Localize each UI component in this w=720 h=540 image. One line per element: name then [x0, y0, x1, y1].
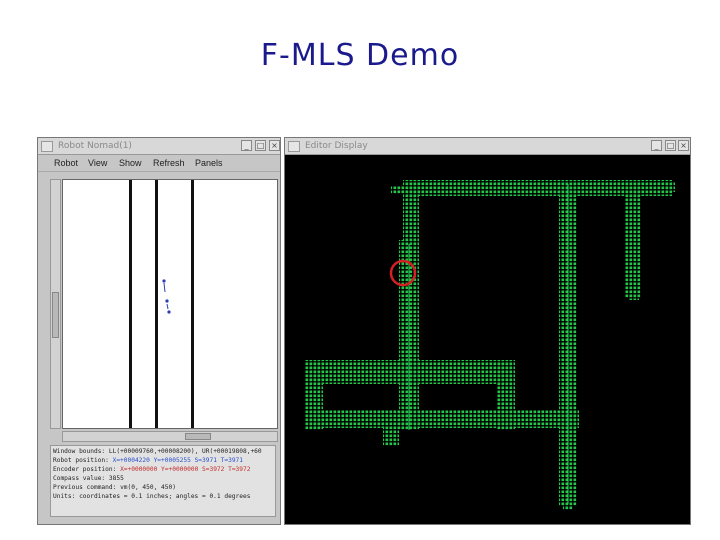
slide-title: F-MLS Demo — [260, 38, 460, 73]
window-menu-icon[interactable] — [288, 141, 300, 152]
status-value: coordinates = 0.1 inches; angles = 0.1 d… — [79, 493, 251, 500]
status-label: Robot position: — [53, 457, 113, 464]
editor-window-title: Editor Display — [305, 141, 368, 151]
menu-panels[interactable]: Panels — [195, 155, 223, 171]
menu-show[interactable]: Show — [119, 155, 142, 171]
maximize-icon[interactable]: □ — [255, 140, 266, 151]
robot-menubar: Robot View Show Refresh Panels — [38, 155, 280, 172]
robot-window-titlebar[interactable]: Robot Nomad(1) _ □ × — [38, 138, 280, 155]
status-label: Previous command: — [53, 484, 121, 491]
status-line: Previous command: vm(0, 450, 450) — [53, 483, 273, 492]
robot-window: Robot Nomad(1) _ □ × Robot View Show Ref… — [37, 137, 281, 525]
minimize-icon[interactable]: _ — [241, 140, 252, 151]
status-line: Encoder position: X=+0000000 Y=+0000000 … — [53, 465, 273, 474]
corridor-far-right — [625, 180, 641, 298]
minimize-icon[interactable]: _ — [651, 140, 662, 151]
stub-left — [383, 426, 399, 446]
robot-path — [162, 279, 171, 314]
robot-status-panel: Window bounds: LL(+00009760,+00008200), … — [50, 445, 276, 517]
horizontal-scrollbar[interactable] — [62, 431, 278, 442]
robot-view-canvas[interactable] — [62, 179, 278, 429]
status-line: Robot position: X=+0004220 Y=+0005255 S=… — [53, 456, 273, 465]
status-label: Encoder position: — [53, 466, 121, 473]
maximize-icon[interactable]: □ — [665, 140, 676, 151]
map-canvas[interactable] — [285, 154, 690, 524]
menu-view[interactable]: View — [88, 155, 107, 171]
vertical-scroll-thumb[interactable] — [52, 292, 59, 338]
vertical-scrollbar[interactable] — [50, 179, 61, 429]
status-value: X=+0000000 Y=+0000000 S=3972 T=3972 — [120, 466, 251, 473]
editor-display-window: Editor Display _ □ × — [284, 137, 691, 525]
close-icon[interactable]: × — [269, 140, 280, 151]
status-label: Units: — [53, 493, 80, 500]
robot-window-title: Robot Nomad(1) — [58, 141, 132, 151]
status-value: LL(+00009760,+00008200), UR(+00019808,+6… — [108, 448, 262, 455]
loop-bottom — [309, 410, 579, 428]
editor-window-titlebar[interactable]: Editor Display _ □ × — [285, 138, 690, 155]
menu-refresh[interactable]: Refresh — [153, 155, 185, 171]
status-label: Window bounds: — [53, 448, 109, 455]
status-value: 3855 — [108, 475, 124, 482]
loop-top — [309, 360, 511, 384]
status-label: Compass value: — [53, 475, 109, 482]
status-line: Compass value: 3855 — [53, 474, 273, 483]
status-value: vm(0, 450, 450) — [120, 484, 176, 491]
status-line: Units: coordinates = 0.1 inches; angles … — [53, 492, 273, 501]
close-icon[interactable]: × — [678, 140, 689, 151]
status-line: Window bounds: LL(+00009760,+00008200), … — [53, 447, 273, 456]
menu-robot[interactable]: Robot — [54, 155, 78, 171]
window-menu-icon[interactable] — [41, 141, 53, 152]
map-corridors — [305, 180, 675, 510]
corridor-left-upper — [403, 180, 419, 244]
horizontal-scroll-thumb[interactable] — [185, 433, 211, 440]
status-value: X=+0004220 Y=+0005255 S=3971 T=3971 — [112, 457, 243, 464]
